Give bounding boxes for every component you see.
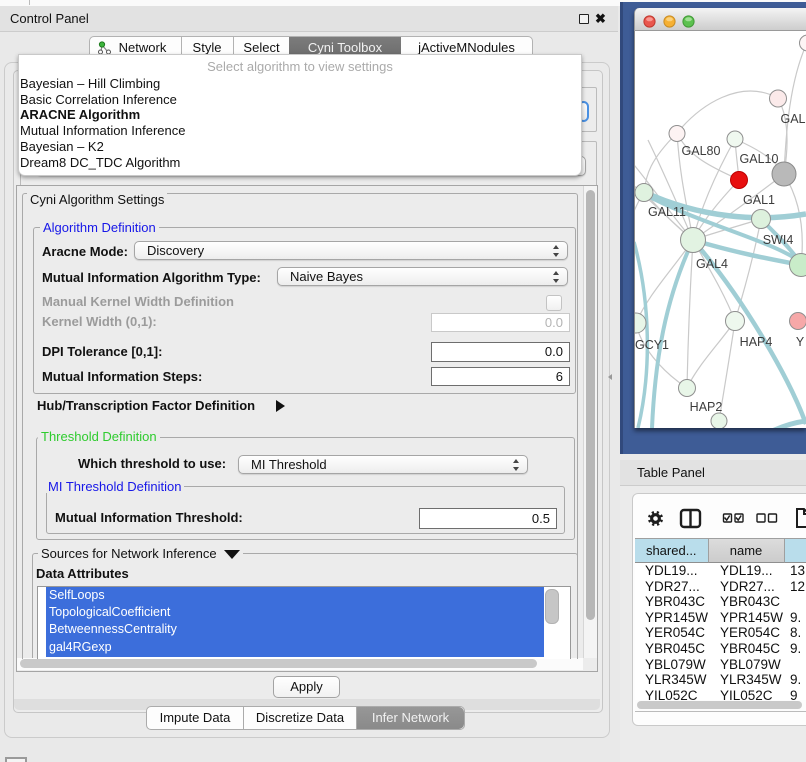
svg-text:GAL1: GAL1 [743, 193, 775, 207]
svg-text:GAL4: GAL4 [696, 257, 728, 271]
svg-text:GCY1: GCY1 [635, 338, 669, 352]
svg-text:GAL80: GAL80 [682, 144, 721, 158]
svg-text:HAP2: HAP2 [690, 400, 723, 414]
svg-text:GAL: GAL [780, 112, 805, 126]
svg-text:GAL11: GAL11 [648, 205, 686, 219]
svg-text:GAL10: GAL10 [740, 152, 779, 166]
svg-text:SWI4: SWI4 [763, 233, 794, 247]
svg-text:Y: Y [796, 335, 805, 349]
svg-text:HAP4: HAP4 [740, 335, 773, 349]
